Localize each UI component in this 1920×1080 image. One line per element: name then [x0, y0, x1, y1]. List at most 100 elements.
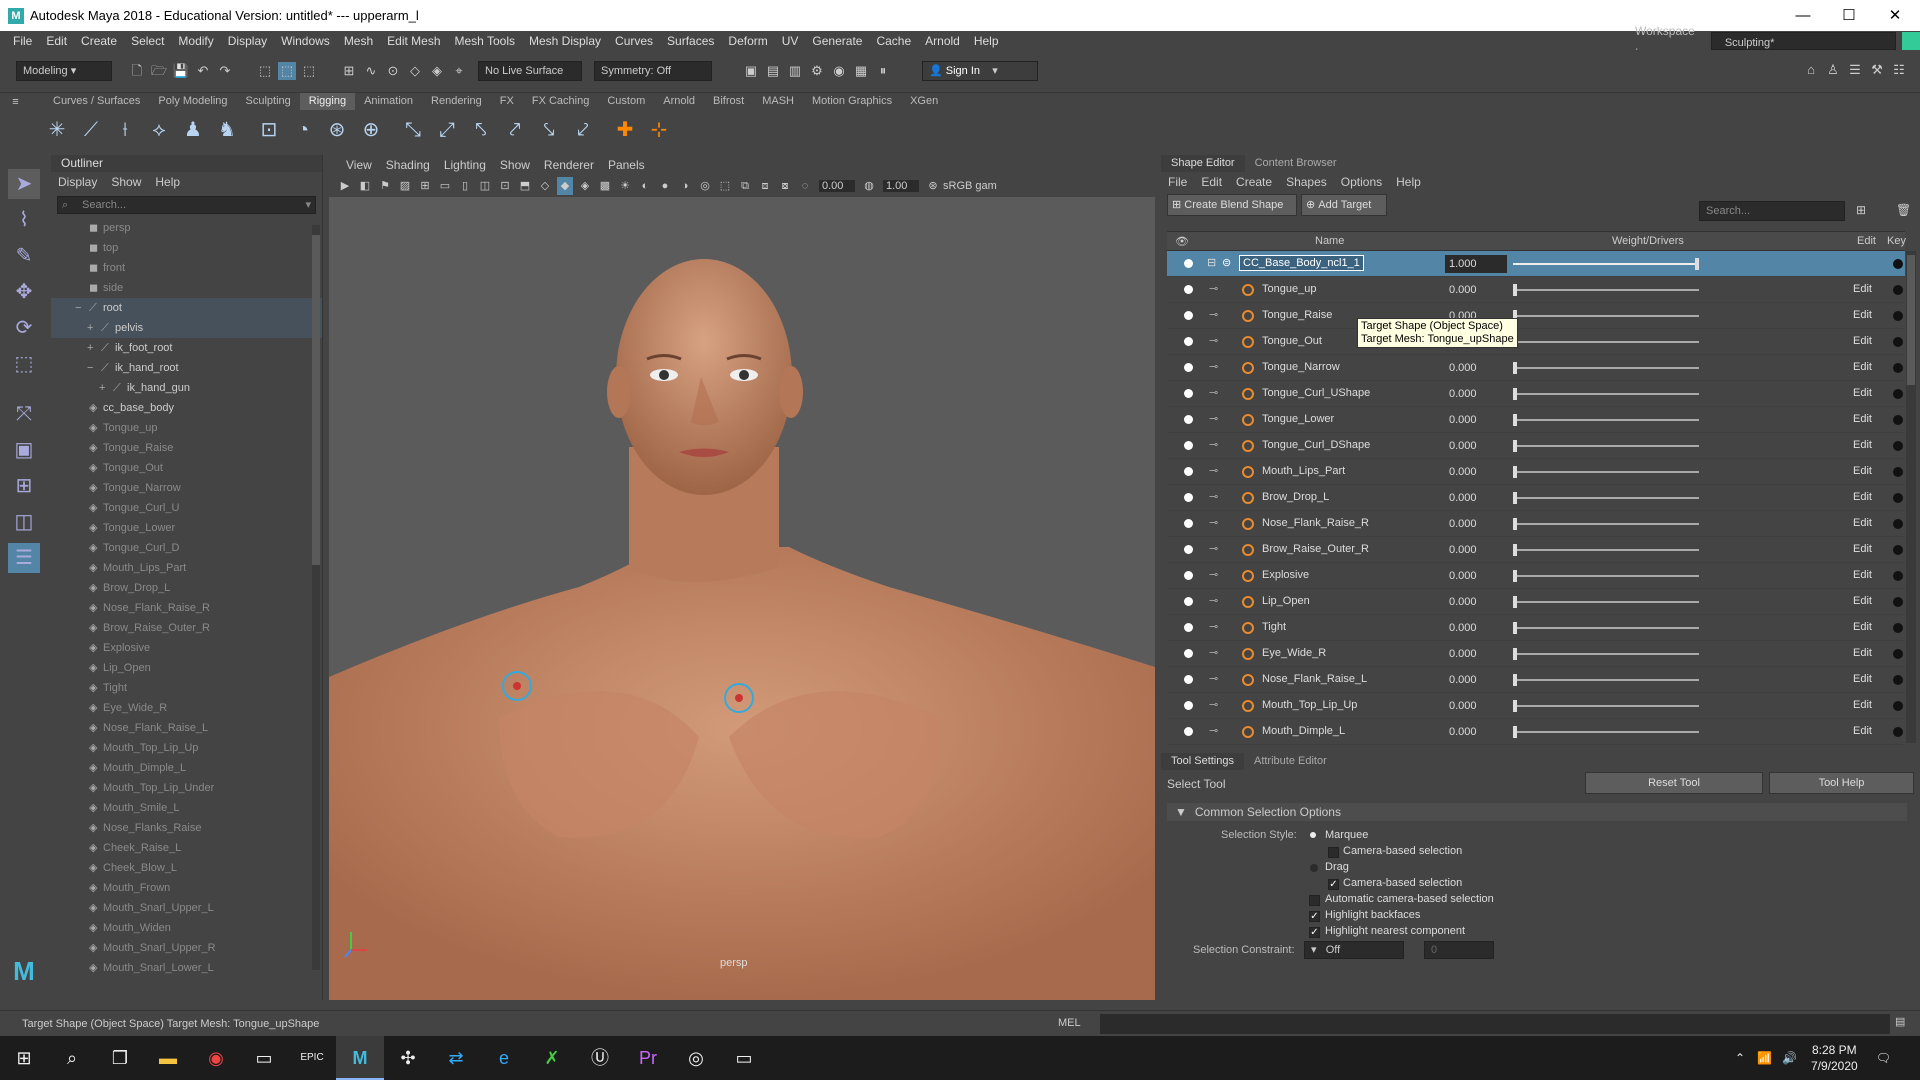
attribute-editor-icon[interactable]: ☰ [1846, 61, 1864, 79]
key-button[interactable] [1893, 415, 1903, 425]
pause-icon[interactable]: ⏸ [874, 62, 892, 80]
target-row[interactable]: ⊸ Mouth_Dimple_L 0.000 Edit [1167, 719, 1905, 745]
key-button[interactable] [1893, 623, 1903, 633]
target-row[interactable]: ⊸ Nose_Flank_Raise_R 0.000 Edit [1167, 511, 1905, 537]
expand-toggle[interactable]: − [75, 298, 89, 318]
target-slider-knob[interactable] [1513, 700, 1517, 712]
blend-node-slider[interactable] [1513, 263, 1699, 265]
smooth-shade-icon[interactable]: ◆ [557, 177, 573, 195]
visibility-toggle[interactable] [1184, 285, 1193, 294]
outliner-item[interactable]: ◈ Tight [51, 678, 322, 698]
visibility-toggle[interactable] [1184, 493, 1193, 502]
reset-tool-button[interactable]: Reset Tool [1585, 772, 1763, 794]
outliner-item[interactable]: ◈ Mouth_Snarl_Upper_R [51, 938, 322, 958]
target-slider-knob[interactable] [1513, 492, 1517, 504]
backfaces-checkbox[interactable]: ✓ [1309, 911, 1320, 922]
outliner-item[interactable]: − ⟋ root [51, 298, 322, 318]
tray-chevron-icon[interactable]: ⌃ [1735, 1051, 1745, 1065]
outliner-item[interactable]: ◈ Mouth_Snarl_Lower_L [51, 958, 322, 978]
target-name[interactable]: Mouth_Top_Lip_Up [1262, 699, 1357, 711]
section-header[interactable]: ▼ Common Selection Options [1167, 803, 1907, 821]
target-name[interactable]: Tongue_Narrow [1262, 361, 1340, 373]
camera-attr-icon[interactable]: ◧ [357, 177, 373, 195]
menu-help[interactable]: Help [967, 31, 1006, 51]
edit-button[interactable]: Edit [1853, 491, 1872, 503]
redo-icon[interactable]: ↷ [216, 62, 234, 80]
field-chart-icon[interactable]: ⊡ [497, 177, 513, 195]
wireframe-icon[interactable]: ◇ [537, 177, 553, 195]
outliner-item[interactable]: ◼ persp [51, 218, 322, 238]
key-button[interactable] [1893, 727, 1903, 737]
target-slider-knob[interactable] [1513, 284, 1517, 296]
xray-joints-icon[interactable]: ⧈ [757, 177, 773, 195]
open-scene-icon[interactable]: 🗁 [150, 62, 168, 80]
edit-button[interactable]: Edit [1853, 673, 1872, 685]
exposure-field[interactable]: 0.00 [819, 180, 855, 192]
gamma-icon[interactable]: ◍ [861, 177, 877, 195]
select-component-icon[interactable]: ⬚ [300, 62, 318, 80]
target-slider-knob[interactable] [1513, 648, 1517, 660]
target-row[interactable]: ⊸ Eye_Wide_R 0.000 Edit [1167, 641, 1905, 667]
exposure-icon[interactable]: ◌ [797, 177, 813, 195]
outliner-item[interactable]: + ⟋ pelvis [51, 318, 322, 338]
shape-editor-menu-shapes[interactable]: Shapes [1279, 172, 1334, 192]
target-row[interactable]: ⊸ Tongue_Curl_UShape 0.000 Edit [1167, 381, 1905, 407]
marquee-radio[interactable] [1310, 832, 1316, 838]
wireframe-shaded-icon[interactable]: ◈ [577, 177, 593, 195]
target-name[interactable]: Nose_Flank_Raise_R [1262, 517, 1369, 529]
layout-single-icon[interactable]: ▣ [8, 435, 40, 465]
skin-bind-icon[interactable]: ⟡ [146, 117, 172, 143]
constraint-dropdown[interactable]: ▾ Off [1304, 941, 1404, 959]
maya-taskbar-icon[interactable]: M [336, 1036, 384, 1080]
ipr-render-icon[interactable]: ▥ [786, 62, 804, 80]
outliner-item[interactable]: ◈ Cheek_Raise_L [51, 838, 322, 858]
shelf-tab-arnold[interactable]: Arnold [654, 93, 704, 110]
select-object-icon[interactable]: ⬚ [278, 62, 296, 80]
target-name[interactable]: Mouth_Dimple_L [1262, 725, 1345, 737]
key-button[interactable] [1893, 441, 1903, 451]
key-button[interactable] [1893, 519, 1903, 529]
key-button[interactable] [1893, 285, 1903, 295]
camera-based-checkbox[interactable] [1328, 847, 1339, 858]
edit-button[interactable]: Edit [1853, 361, 1872, 373]
clock-time[interactable]: 8:28 PM [1811, 1042, 1858, 1058]
edit-button[interactable]: Edit [1853, 387, 1872, 399]
target-row[interactable]: ⊸ Tongue_Raise 0.000 Edit [1167, 303, 1905, 329]
ik-spline-icon[interactable]: ⟊ [112, 117, 138, 143]
key-button[interactable] [1893, 649, 1903, 659]
bookmark-icon[interactable]: ⚑ [377, 177, 393, 195]
script-editor-icon[interactable]: ▤ [1895, 1015, 1905, 1028]
target-name[interactable]: Tongue_Lower [1262, 413, 1334, 425]
shelf-tab-bifrost[interactable]: Bifrost [704, 93, 753, 110]
expand-toggle[interactable]: + [87, 318, 101, 338]
visibility-toggle[interactable] [1184, 337, 1193, 346]
snap-surface-icon[interactable]: ◈ [428, 62, 446, 80]
menu-surfaces[interactable]: Surfaces [660, 31, 721, 51]
pole-vector-icon[interactable]: ⤦ [570, 117, 596, 143]
unreal-icon[interactable]: Ⓤ [576, 1036, 624, 1080]
close-button[interactable]: ✕ [1872, 0, 1918, 31]
edit-button[interactable]: Edit [1853, 699, 1872, 711]
shape-editor-menu-file[interactable]: File [1161, 172, 1194, 192]
menu-uv[interactable]: UV [775, 31, 806, 51]
scale-tool-icon[interactable]: ⬚ [8, 349, 40, 379]
outliner-item[interactable]: ◈ Nose_Flank_Raise_L [51, 718, 322, 738]
edit-button[interactable]: Edit [1853, 725, 1872, 737]
aa-icon[interactable]: ◎ [697, 177, 713, 195]
key-button[interactable] [1893, 389, 1903, 399]
target-value[interactable]: 0.000 [1445, 437, 1507, 455]
add-target-button[interactable]: ⊕ Add Target [1301, 194, 1387, 216]
color-management-icon[interactable]: ⊛ [925, 177, 941, 195]
layout-four-icon[interactable]: ⊞ [8, 471, 40, 501]
target-name[interactable]: Tongue_up [1262, 283, 1316, 295]
outliner-item[interactable]: ◈ Tongue_Curl_D [51, 538, 322, 558]
target-slider-knob[interactable] [1513, 570, 1517, 582]
target-weight-slider[interactable] [1513, 549, 1699, 551]
target-weight-slider[interactable] [1513, 731, 1699, 733]
new-scene-icon[interactable]: 🗋 [128, 62, 146, 80]
edit-button[interactable]: Edit [1853, 465, 1872, 477]
target-row[interactable]: ⊸Tongue_Out0.000Edit [1167, 329, 1905, 355]
render-settings-icon[interactable]: ⚙ [808, 62, 826, 80]
outliner-item[interactable]: ◼ top [51, 238, 322, 258]
outliner-item[interactable]: ◈ Eye_Wide_R [51, 698, 322, 718]
